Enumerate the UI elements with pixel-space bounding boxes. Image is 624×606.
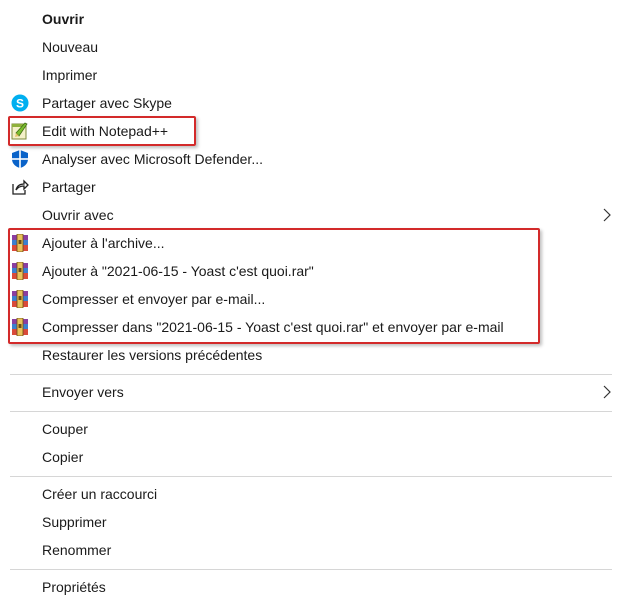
menu-separator bbox=[10, 374, 612, 375]
menu-item-label: Propriétés bbox=[42, 579, 106, 595]
share-icon bbox=[10, 177, 30, 197]
winrar-icon bbox=[10, 289, 30, 309]
skype-icon: S bbox=[10, 93, 30, 113]
menu-item-label: Ouvrir bbox=[42, 11, 85, 27]
menu-item-ouvrir[interactable]: Ouvrir bbox=[0, 5, 624, 33]
menu-item-ajouter-rar[interactable]: Ajouter à "2021-06-15 - Yoast c'est quoi… bbox=[0, 257, 624, 285]
menu-item-supprimer[interactable]: Supprimer bbox=[0, 508, 624, 536]
menu-item-partager[interactable]: Partager bbox=[0, 173, 624, 201]
menu-separator bbox=[10, 411, 612, 412]
chevron-right-icon bbox=[603, 385, 611, 399]
menu-item-partager-skype[interactable]: S Partager avec Skype bbox=[0, 89, 624, 117]
menu-separator bbox=[10, 569, 612, 570]
menu-item-label: Analyser avec Microsoft Defender... bbox=[42, 151, 263, 167]
menu-item-label: Envoyer vers bbox=[42, 384, 124, 400]
menu-item-creer-raccourci[interactable]: Créer un raccourci bbox=[0, 480, 624, 508]
menu-item-label: Ouvrir avec bbox=[42, 207, 114, 223]
menu-item-label: Créer un raccourci bbox=[42, 486, 158, 502]
svg-text:S: S bbox=[16, 97, 24, 111]
menu-item-label: Compresser et envoyer par e-mail... bbox=[42, 291, 266, 307]
menu-item-edit-notepad[interactable]: Edit with Notepad++ bbox=[0, 117, 624, 145]
menu-item-analyser-defender[interactable]: Analyser avec Microsoft Defender... bbox=[0, 145, 624, 173]
menu-item-renommer[interactable]: Renommer bbox=[0, 536, 624, 564]
menu-item-label: Compresser dans "2021-06-15 - Yoast c'es… bbox=[42, 319, 504, 335]
menu-item-ajouter-archive[interactable]: Ajouter à l'archive... bbox=[0, 229, 624, 257]
menu-item-label: Partager avec Skype bbox=[42, 95, 172, 111]
defender-shield-icon bbox=[10, 149, 30, 169]
menu-item-copier[interactable]: Copier bbox=[0, 443, 624, 471]
menu-item-label: Couper bbox=[42, 421, 88, 437]
menu-item-label: Partager bbox=[42, 179, 96, 195]
menu-item-compresser-email[interactable]: Compresser et envoyer par e-mail... bbox=[0, 285, 624, 313]
menu-item-label: Nouveau bbox=[42, 39, 99, 55]
menu-item-ouvrir-avec[interactable]: Ouvrir avec bbox=[0, 201, 624, 229]
menu-separator bbox=[10, 476, 612, 477]
menu-item-label: Renommer bbox=[42, 542, 112, 558]
menu-item-nouveau[interactable]: Nouveau bbox=[0, 33, 624, 61]
menu-item-proprietes[interactable]: Propriétés bbox=[0, 573, 624, 601]
menu-item-label: Ajouter à "2021-06-15 - Yoast c'est quoi… bbox=[42, 263, 314, 279]
menu-item-label: Ajouter à l'archive... bbox=[42, 235, 165, 251]
winrar-icon bbox=[10, 261, 30, 281]
menu-item-restaurer-versions[interactable]: Restaurer les versions précédentes bbox=[0, 341, 624, 369]
menu-item-label: Supprimer bbox=[42, 514, 107, 530]
menu-item-label: Copier bbox=[42, 449, 84, 465]
winrar-icon bbox=[10, 233, 30, 253]
menu-item-label: Imprimer bbox=[42, 67, 98, 83]
chevron-right-icon bbox=[603, 208, 611, 222]
menu-item-label: Restaurer les versions précédentes bbox=[42, 347, 263, 363]
menu-item-compresser-rar-email[interactable]: Compresser dans "2021-06-15 - Yoast c'es… bbox=[0, 313, 624, 341]
menu-item-couper[interactable]: Couper bbox=[0, 415, 624, 443]
menu-item-envoyer-vers[interactable]: Envoyer vers bbox=[0, 378, 624, 406]
winrar-icon bbox=[10, 317, 30, 337]
notepad-plus-plus-icon bbox=[10, 121, 30, 141]
menu-item-imprimer[interactable]: Imprimer bbox=[0, 61, 624, 89]
context-menu: Ouvrir Nouveau Imprimer S Partager avec … bbox=[0, 0, 624, 606]
menu-item-label: Edit with Notepad++ bbox=[42, 123, 169, 139]
